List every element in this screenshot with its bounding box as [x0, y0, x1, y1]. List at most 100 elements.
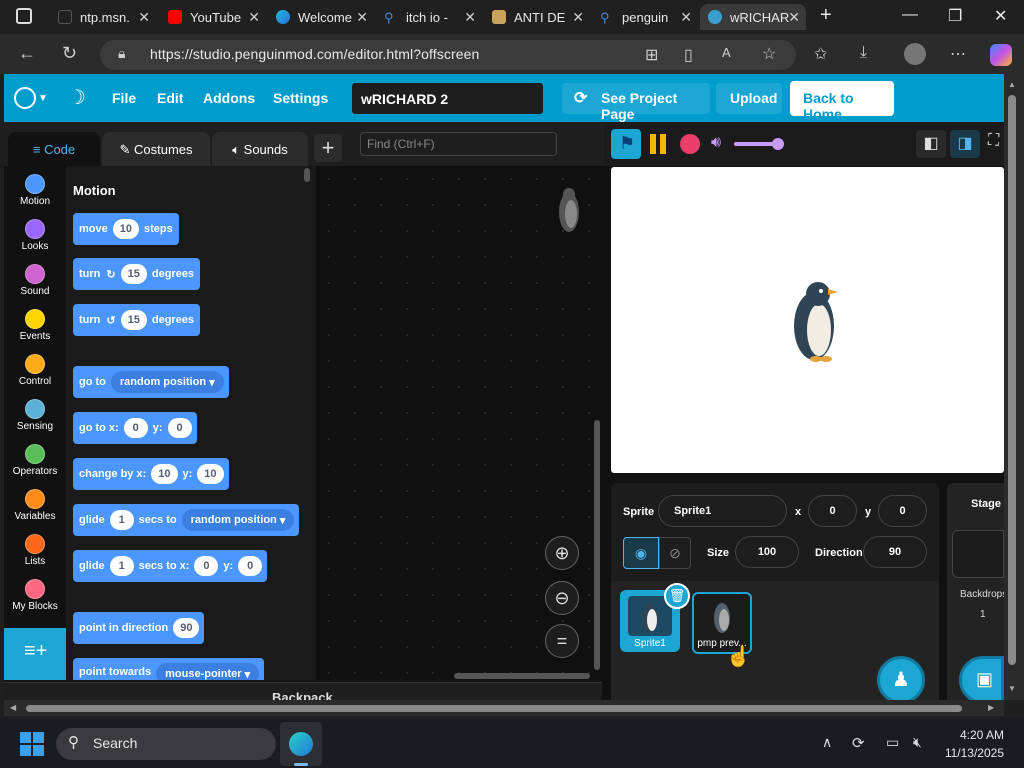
fullscreen-icon[interactable]: ⛶: [988, 132, 999, 150]
direction-input[interactable]: 90: [863, 536, 927, 568]
block-change-by-xy[interactable]: change by x: 10 y: 10: [73, 458, 229, 490]
pause-icon-left[interactable]: [650, 134, 656, 154]
workspace-hscrollbar[interactable]: [454, 673, 590, 679]
palette-scrollbar[interactable]: [304, 168, 310, 182]
windows-start-icon[interactable]: [20, 732, 44, 756]
chevron-up-icon[interactable]: ∧: [822, 734, 832, 751]
read-aloud-icon[interactable]: A: [722, 45, 731, 60]
taskbar-date[interactable]: 11/13/2025: [938, 746, 1004, 760]
block-input[interactable]: 10: [112, 219, 139, 239]
sprite-name-input[interactable]: Sprite1: [658, 495, 787, 527]
category-operators[interactable]: Operators: [4, 444, 66, 477]
backdrop-thumb[interactable]: [952, 530, 1004, 578]
category-sensing[interactable]: Sensing: [4, 399, 66, 432]
volume-muted-icon[interactable]: 🔇︎: [913, 734, 922, 751]
volume-icon[interactable]: 🔊︎: [711, 134, 721, 152]
block-input[interactable]: 90: [173, 618, 200, 638]
favorite-star-icon[interactable]: ☆: [762, 44, 776, 64]
block-input[interactable]: 0: [123, 418, 148, 438]
zoom-in-icon[interactable]: ⊕: [545, 536, 579, 570]
scroll-up-icon[interactable]: ▲: [1008, 80, 1016, 89]
favorites-icon[interactable]: ✩: [814, 44, 827, 64]
close-icon[interactable]: ✕: [464, 9, 476, 26]
block-turn-right[interactable]: turn ↻ 15 degrees: [73, 258, 201, 290]
taskbar-search-box[interactable]: ⚲ Search: [56, 728, 276, 760]
reader-icon[interactable]: ▯: [684, 45, 693, 65]
size-input[interactable]: 100: [735, 536, 799, 568]
minimize-icon[interactable]: —: [902, 6, 918, 24]
close-icon[interactable]: ✕: [680, 9, 692, 26]
block-go-to[interactable]: go to random position ▾: [73, 366, 229, 398]
project-title-input[interactable]: wRICHARD 2: [352, 83, 543, 114]
choose-sprite-button[interactable]: ♟: [877, 656, 925, 704]
pause-icon-right[interactable]: [660, 134, 666, 154]
close-icon[interactable]: ✕: [138, 9, 150, 26]
tab-actions-icon[interactable]: [16, 8, 32, 24]
show-sprite-eye-icon[interactable]: ◉: [623, 537, 659, 569]
page-vscroll-thumb[interactable]: [1008, 95, 1016, 665]
y-input[interactable]: 0: [878, 495, 927, 527]
more-icon[interactable]: ⋯: [950, 44, 966, 64]
upload-button[interactable]: Upload: [716, 83, 782, 114]
apps-icon[interactable]: ⊞: [645, 45, 658, 65]
restore-icon[interactable]: ❐: [948, 6, 962, 26]
taskbar-edge-button[interactable]: [280, 722, 322, 766]
downloads-icon[interactable]: ⤓: [860, 44, 867, 62]
language-globe-icon[interactable]: [14, 87, 36, 109]
browser-tab-4[interactable]: ANTI DE ✕: [484, 4, 590, 30]
close-icon[interactable]: ✕: [356, 9, 368, 26]
hide-sprite-eye-icon[interactable]: ⊘: [659, 537, 691, 569]
block-dropdown[interactable]: random position ▾: [181, 509, 295, 531]
tab-sounds[interactable]: 🔈︎ Sounds: [212, 132, 308, 166]
small-stage-icon[interactable]: ◧: [916, 130, 946, 158]
category-sound[interactable]: Sound: [4, 264, 66, 297]
delete-sprite-trash-icon[interactable]: 🗑︎: [664, 583, 690, 609]
block-input[interactable]: 15: [120, 264, 147, 284]
category-motion[interactable]: Motion: [4, 174, 66, 207]
page-hscroll-thumb[interactable]: [26, 705, 962, 712]
x-input[interactable]: 0: [808, 495, 857, 527]
block-input[interactable]: 0: [238, 556, 263, 576]
browser-tab-1[interactable]: YouTube ✕: [160, 4, 266, 30]
menu-addons[interactable]: Addons: [203, 90, 255, 106]
block-glide-to[interactable]: glide 1 secs to random position ▾: [73, 504, 300, 536]
category-my-blocks[interactable]: My Blocks: [4, 579, 66, 612]
block-move-steps[interactable]: move 10 steps: [73, 213, 179, 245]
category-events[interactable]: Events: [4, 309, 66, 342]
back-arrow-icon[interactable]: ←: [18, 43, 36, 64]
lock-icon[interactable]: 🔒︎: [118, 45, 125, 62]
block-input[interactable]: 10: [197, 464, 224, 484]
copilot-icon[interactable]: [990, 44, 1012, 66]
theme-moon-icon[interactable]: ☽: [68, 85, 86, 110]
menu-edit[interactable]: Edit: [157, 90, 183, 106]
taskbar-time[interactable]: 4:20 AM: [944, 728, 1004, 742]
category-control[interactable]: Control: [4, 354, 66, 387]
block-point-towards[interactable]: point towards mouse-pointer ▾: [73, 658, 265, 680]
category-variables[interactable]: Variables: [4, 489, 66, 522]
zoom-out-icon[interactable]: ⊖: [545, 581, 579, 615]
display-icon[interactable]: ▭: [886, 734, 899, 751]
close-icon[interactable]: ✕: [572, 9, 584, 26]
close-icon[interactable]: ✕: [788, 9, 800, 26]
block-input[interactable]: 0: [167, 418, 192, 438]
scroll-right-icon[interactable]: ▶: [988, 703, 994, 712]
block-turn-left[interactable]: turn ↺ 15 degrees: [73, 304, 201, 336]
browser-tab-3[interactable]: ⚲ itch io - ✕: [376, 4, 482, 30]
workspace-vscrollbar[interactable]: [594, 420, 600, 670]
back-to-home-button[interactable]: Back to Home: [790, 81, 894, 122]
chevron-down-icon[interactable]: ▼: [38, 93, 48, 104]
block-dropdown[interactable]: random position ▾: [110, 371, 224, 393]
tab-code[interactable]: ≡ Code: [8, 132, 100, 166]
choose-backdrop-button[interactable]: ▣: [959, 656, 1004, 704]
menu-settings[interactable]: Settings: [273, 90, 328, 106]
scroll-down-icon[interactable]: ▼: [1008, 684, 1016, 693]
browser-tab-0[interactable]: ntp.msn. ✕: [50, 4, 156, 30]
close-icon[interactable]: ✕: [248, 9, 260, 26]
penguin-sprite-icon[interactable]: [790, 280, 840, 362]
refresh-icon[interactable]: ↻: [62, 43, 77, 64]
window-close-icon[interactable]: ✕: [994, 6, 1007, 26]
profile-avatar[interactable]: [904, 43, 926, 65]
browser-tab-6-active[interactable]: wRICHAR ✕: [700, 4, 806, 30]
add-tab-plus-icon[interactable]: +: [314, 134, 342, 162]
browser-tab-5[interactable]: ⚲ penguin ✕: [592, 4, 698, 30]
